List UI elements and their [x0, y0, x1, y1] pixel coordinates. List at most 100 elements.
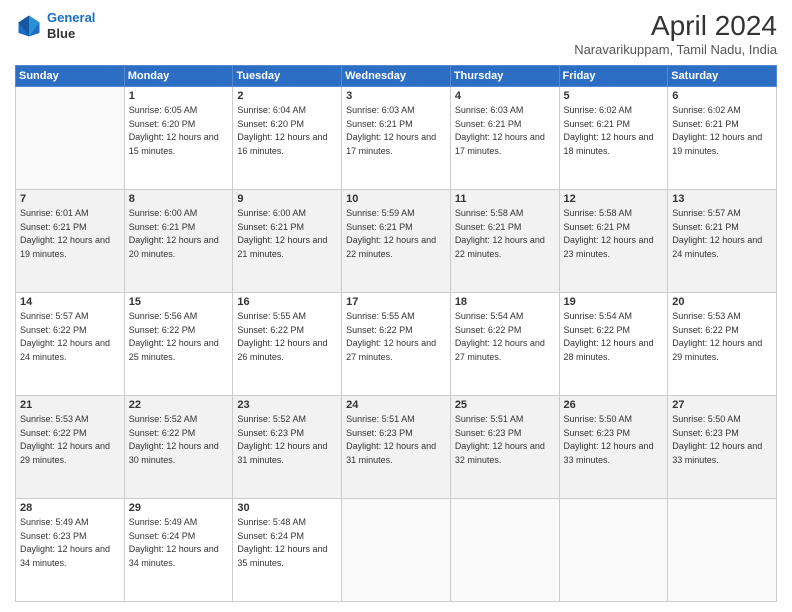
day-info: Sunrise: 5:54 AMSunset: 6:22 PMDaylight:… [455, 310, 555, 364]
header: General Blue April 2024 Naravarikuppam, … [15, 10, 777, 57]
day-number: 23 [237, 399, 337, 411]
title-section: April 2024 Naravarikuppam, Tamil Nadu, I… [574, 10, 777, 57]
day-info: Sunrise: 5:51 AMSunset: 6:23 PMDaylight:… [346, 413, 446, 467]
day-info: Sunrise: 6:04 AMSunset: 6:20 PMDaylight:… [237, 104, 337, 158]
col-wednesday: Wednesday [342, 66, 451, 87]
logo-icon [15, 12, 43, 40]
day-info: Sunrise: 5:48 AMSunset: 6:24 PMDaylight:… [237, 516, 337, 570]
col-thursday: Thursday [450, 66, 559, 87]
day-number: 1 [129, 90, 229, 102]
day-number: 13 [672, 193, 772, 205]
day-number: 20 [672, 296, 772, 308]
day-info: Sunrise: 5:59 AMSunset: 6:21 PMDaylight:… [346, 207, 446, 261]
day-info: Sunrise: 6:01 AMSunset: 6:21 PMDaylight:… [20, 207, 120, 261]
day-number: 24 [346, 399, 446, 411]
table-row: 18 Sunrise: 5:54 AMSunset: 6:22 PMDayligh… [450, 293, 559, 396]
table-row: 26Sunrise: 5:50 AMSunset: 6:23 PMDayligh… [559, 396, 668, 499]
table-row: 10 Sunrise: 5:59 AMSunset: 6:21 PMDayligh… [342, 190, 451, 293]
day-info: Sunrise: 5:53 AMSunset: 6:22 PMDaylight:… [20, 413, 120, 467]
table-row [559, 499, 668, 602]
table-row: 27 Sunrise: 5:50 AMSunset: 6:23 PMDayligh… [668, 396, 777, 499]
day-info: Sunrise: 6:02 AMSunset: 6:21 PMDaylight:… [672, 104, 772, 158]
table-row: 15 Sunrise: 5:56 AMSunset: 6:22 PMDayligh… [124, 293, 233, 396]
day-number: 27 [672, 399, 772, 411]
day-number: 30 [237, 502, 337, 514]
table-row: 6 Sunrise: 6:02 AMSunset: 6:21 PMDaylight… [668, 87, 777, 190]
day-number: 10 [346, 193, 446, 205]
calendar-header-row: Sunday Monday Tuesday Wednesday Thursday… [16, 66, 777, 87]
day-info: Sunrise: 5:49 AMSunset: 6:24 PMDaylight:… [129, 516, 229, 570]
table-row: 24 Sunrise: 5:51 AMSunset: 6:23 PMDayligh… [342, 396, 451, 499]
logo: General Blue [15, 10, 95, 41]
day-number: 14 [20, 296, 120, 308]
day-info: Sunrise: 6:02 AMSunset: 6:21 PMDaylight:… [564, 104, 664, 158]
table-row: 29 Sunrise: 5:49 AMSunset: 6:24 PMDayligh… [124, 499, 233, 602]
day-info: Sunrise: 6:03 AMSunset: 6:21 PMDaylight:… [455, 104, 555, 158]
table-row: 2 Sunrise: 6:04 AMSunset: 6:20 PMDaylight… [233, 87, 342, 190]
table-row: 30 Sunrise: 5:48 AMSunset: 6:24 PMDayligh… [233, 499, 342, 602]
day-info: Sunrise: 6:00 AMSunset: 6:21 PMDaylight:… [237, 207, 337, 261]
day-info: Sunrise: 5:57 AMSunset: 6:21 PMDaylight:… [672, 207, 772, 261]
day-info: Sunrise: 5:54 AMSunset: 6:22 PMDaylight:… [564, 310, 664, 364]
col-tuesday: Tuesday [233, 66, 342, 87]
day-number: 28 [20, 502, 120, 514]
day-info: Sunrise: 5:50 AMSunset: 6:23 PMDaylight:… [564, 413, 664, 467]
table-row [16, 87, 125, 190]
col-friday: Friday [559, 66, 668, 87]
day-info: Sunrise: 5:58 AMSunset: 6:21 PMDaylight:… [455, 207, 555, 261]
table-row: 1 Sunrise: 6:05 AMSunset: 6:20 PMDaylight… [124, 87, 233, 190]
table-row: 25 Sunrise: 5:51 AMSunset: 6:23 PMDayligh… [450, 396, 559, 499]
table-row: 22Sunrise: 5:52 AMSunset: 6:22 PMDayligh… [124, 396, 233, 499]
table-row: 21Sunrise: 5:53 AMSunset: 6:22 PMDayligh… [16, 396, 125, 499]
day-info: Sunrise: 5:56 AMSunset: 6:22 PMDaylight:… [129, 310, 229, 364]
day-info: Sunrise: 6:03 AMSunset: 6:21 PMDaylight:… [346, 104, 446, 158]
day-number: 29 [129, 502, 229, 514]
day-number: 2 [237, 90, 337, 102]
day-number: 15 [129, 296, 229, 308]
day-info: Sunrise: 5:57 AMSunset: 6:22 PMDaylight:… [20, 310, 120, 364]
page: General Blue April 2024 Naravarikuppam, … [0, 0, 792, 612]
day-number: 25 [455, 399, 555, 411]
table-row: 23Sunrise: 5:52 AMSunset: 6:23 PMDayligh… [233, 396, 342, 499]
day-number: 7 [20, 193, 120, 205]
day-info: Sunrise: 5:55 AMSunset: 6:22 PMDaylight:… [237, 310, 337, 364]
table-row: 7 Sunrise: 6:01 AMSunset: 6:21 PMDaylight… [16, 190, 125, 293]
calendar-table: Sunday Monday Tuesday Wednesday Thursday… [15, 65, 777, 602]
table-row [450, 499, 559, 602]
day-number: 12 [564, 193, 664, 205]
day-info: Sunrise: 5:51 AMSunset: 6:23 PMDaylight:… [455, 413, 555, 467]
day-info: Sunrise: 6:05 AMSunset: 6:20 PMDaylight:… [129, 104, 229, 158]
logo-text: General Blue [47, 10, 95, 41]
calendar-week-row: 21Sunrise: 5:53 AMSunset: 6:22 PMDayligh… [16, 396, 777, 499]
calendar-week-row: 1 Sunrise: 6:05 AMSunset: 6:20 PMDaylight… [16, 87, 777, 190]
table-row: 19 Sunrise: 5:54 AMSunset: 6:22 PMDayligh… [559, 293, 668, 396]
table-row: 11 Sunrise: 5:58 AMSunset: 6:21 PMDayligh… [450, 190, 559, 293]
calendar-week-row: 14 Sunrise: 5:57 AMSunset: 6:22 PMDayligh… [16, 293, 777, 396]
table-row: 9Sunrise: 6:00 AMSunset: 6:21 PMDaylight… [233, 190, 342, 293]
day-number: 6 [672, 90, 772, 102]
calendar-week-row: 7 Sunrise: 6:01 AMSunset: 6:21 PMDaylight… [16, 190, 777, 293]
day-number: 11 [455, 193, 555, 205]
table-row: 3 Sunrise: 6:03 AMSunset: 6:21 PMDaylight… [342, 87, 451, 190]
day-info: Sunrise: 5:53 AMSunset: 6:22 PMDaylight:… [672, 310, 772, 364]
day-info: Sunrise: 5:55 AMSunset: 6:22 PMDaylight:… [346, 310, 446, 364]
table-row: 17Sunrise: 5:55 AMSunset: 6:22 PMDayligh… [342, 293, 451, 396]
table-row: 16 Sunrise: 5:55 AMSunset: 6:22 PMDayligh… [233, 293, 342, 396]
table-row: 8Sunrise: 6:00 AMSunset: 6:21 PMDaylight… [124, 190, 233, 293]
day-number: 19 [564, 296, 664, 308]
month-title: April 2024 [574, 10, 777, 42]
table-row: 4Sunrise: 6:03 AMSunset: 6:21 PMDaylight… [450, 87, 559, 190]
table-row: 13 Sunrise: 5:57 AMSunset: 6:21 PMDayligh… [668, 190, 777, 293]
col-sunday: Sunday [16, 66, 125, 87]
day-number: 3 [346, 90, 446, 102]
day-number: 22 [129, 399, 229, 411]
table-row [342, 499, 451, 602]
table-row: 20 Sunrise: 5:53 AMSunset: 6:22 PMDayligh… [668, 293, 777, 396]
table-row: 12Sunrise: 5:58 AMSunset: 6:21 PMDayligh… [559, 190, 668, 293]
day-number: 16 [237, 296, 337, 308]
day-info: Sunrise: 5:50 AMSunset: 6:23 PMDaylight:… [672, 413, 772, 467]
table-row: 5Sunrise: 6:02 AMSunset: 6:21 PMDaylight… [559, 87, 668, 190]
day-number: 18 [455, 296, 555, 308]
col-saturday: Saturday [668, 66, 777, 87]
day-number: 8 [129, 193, 229, 205]
